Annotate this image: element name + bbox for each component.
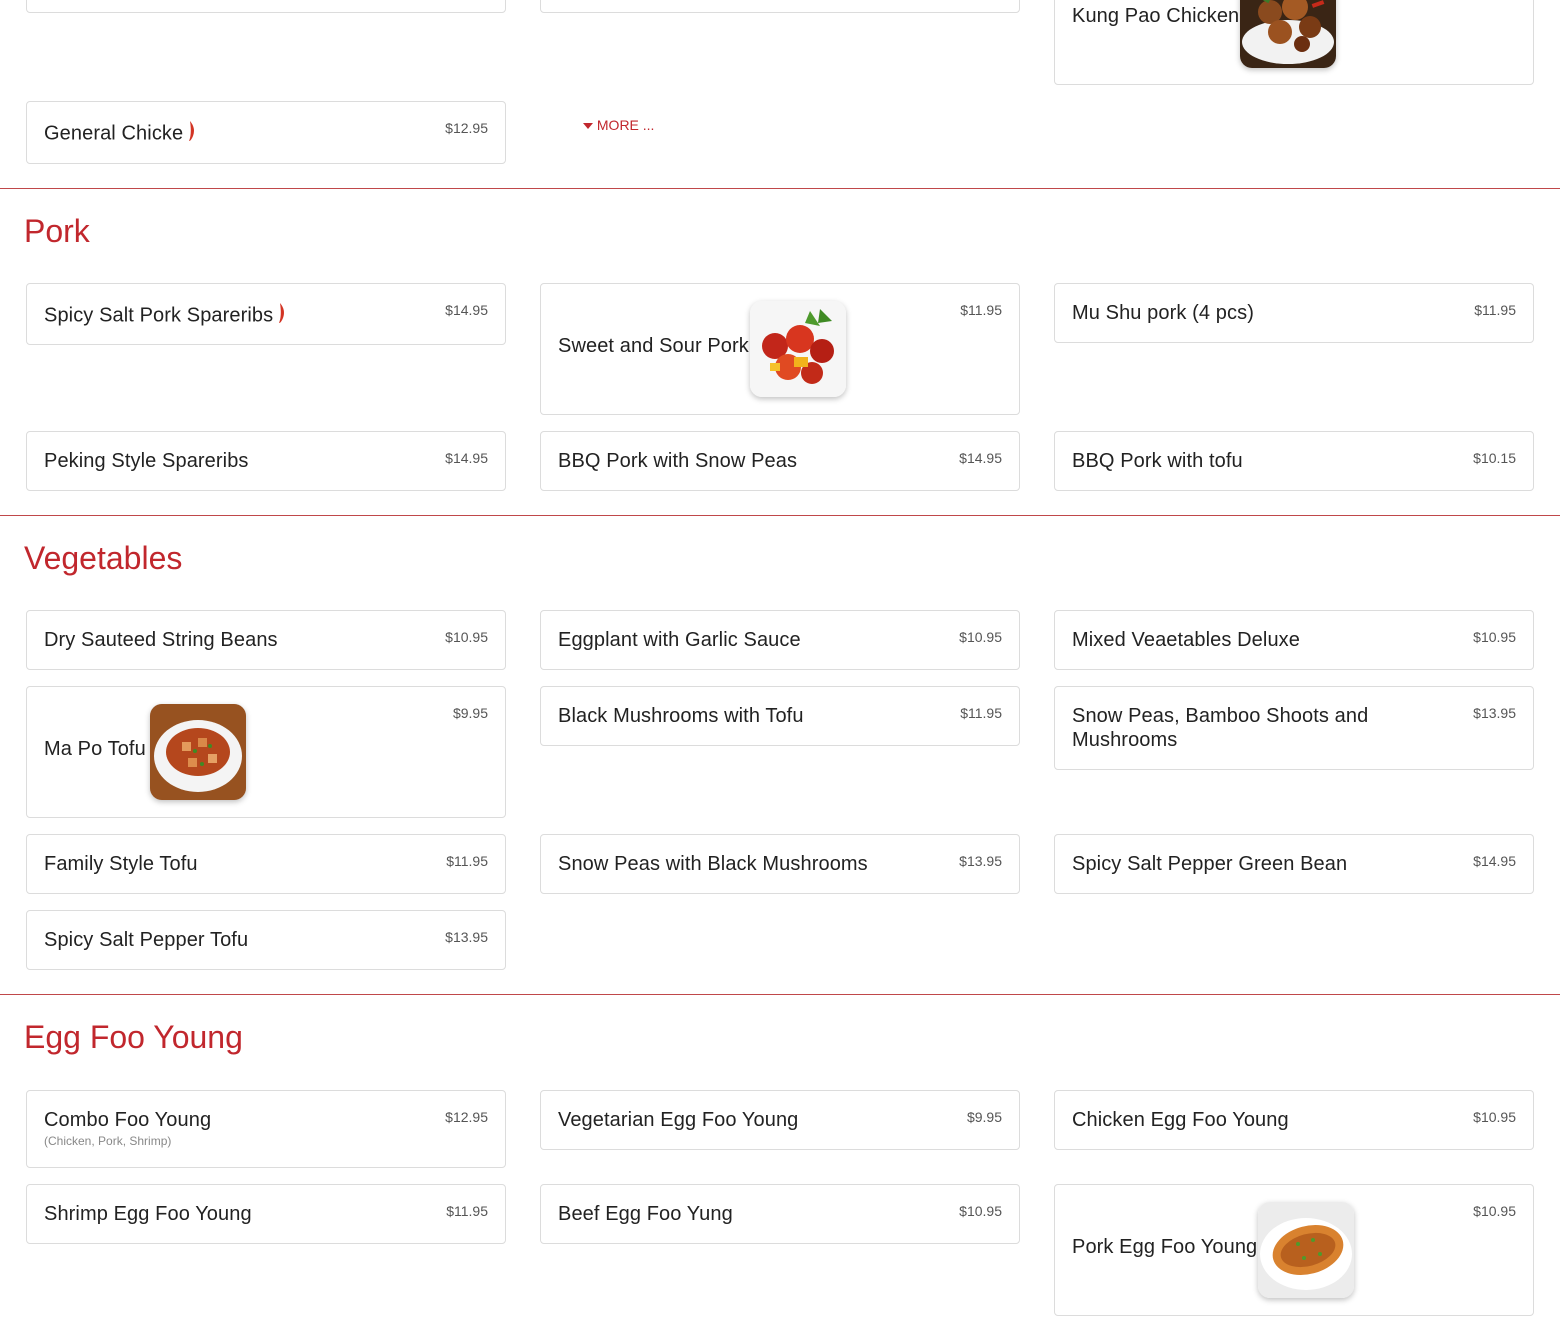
menu-item-name: Ma Po Tofu [44, 738, 146, 760]
menu-item-name: Family Style Tofu [44, 853, 198, 875]
menu-item-mu-shu-pork[interactable]: Mu Shu pork (4 pcs) $11.95 [1054, 283, 1534, 343]
section-title-vegetables: Vegetables [24, 540, 183, 576]
menu-item-price: $9.95 [452, 705, 488, 721]
menu-item-black-mushrooms-tofu[interactable]: Black Mushrooms with Tofu $11.95 [540, 686, 1020, 746]
menu-item-chicken-egg-foo-young[interactable]: Chicken Egg Foo Young $10.95 [1054, 1090, 1534, 1150]
section-title-egg-foo-young: Egg Foo Young [24, 1019, 243, 1055]
menu-item-price: $12.95 [445, 1109, 488, 1125]
menu-item-price: $10.95 [1473, 629, 1516, 645]
menu-item-snow-peas-black-mushrooms[interactable]: Snow Peas with Black Mushrooms $13.95 [540, 834, 1020, 894]
dish-image-ma-po-tofu [150, 704, 246, 800]
menu-item-price: $11.95 [1474, 302, 1516, 318]
menu-item-name-text: Spicy Salt Pork Spareribs [44, 304, 274, 327]
menu-item-price: $14.95 [445, 450, 488, 466]
menu-item-name: BBQ Pork with tofu [1072, 450, 1243, 472]
chili-pepper-icon [187, 120, 197, 148]
menu-item-spicy-salt-pork-spareribs[interactable]: Spicy Salt Pork Spareribs $14.95 [26, 283, 506, 345]
menu-item-name: Shrimp Egg Foo Young [44, 1203, 252, 1225]
menu-item-spicy-salt-pepper-tofu[interactable]: Spicy Salt Pepper Tofu $13.95 [26, 910, 506, 970]
menu-item-name: Spicy Salt Pork Spareribs [44, 302, 287, 330]
menu-item-price: $12.95 [445, 120, 488, 136]
menu-item-price: $13.95 [959, 853, 1002, 869]
menu-item-name: Dry Sauteed String Beans [44, 629, 278, 651]
section-title-pork: Pork [24, 213, 90, 249]
section-divider [0, 515, 1560, 516]
menu-item-card-partial-middle[interactable] [540, 0, 1020, 13]
menu-item-price: $10.95 [1473, 1203, 1516, 1219]
menu-item-name-text: General Chicke [44, 122, 184, 145]
menu-item-price: $14.95 [1473, 853, 1516, 869]
menu-item-name: Peking Style Spareribs [44, 450, 249, 472]
menu-item-name: Eggplant with Garlic Sauce [558, 629, 801, 651]
menu-item-snow-peas-bamboo-shoots[interactable]: Snow Peas, Bamboo Shoots and Mushrooms $… [1054, 686, 1534, 770]
menu-item-price: $10.95 [959, 629, 1002, 645]
menu-item-name: Kung Pao Chicken [1072, 5, 1240, 27]
menu-item-price: $13.95 [1473, 705, 1516, 721]
menu-item-name: Mixed Veaetables Deluxe [1072, 629, 1300, 651]
menu-item-pork-egg-foo-young[interactable]: Pork Egg Foo Young $10.95 [1054, 1184, 1534, 1316]
menu-item-name: Snow Peas, Bamboo Shoots and Mushrooms [1072, 705, 1369, 751]
menu-item-price: $11.95 [960, 302, 1002, 318]
menu-item-name: Black Mushrooms with Tofu [558, 705, 804, 727]
menu-item-price: $13.95 [445, 929, 488, 945]
menu-item-name: Spicy Salt Pepper Tofu [44, 929, 249, 951]
menu-item-beef-egg-foo-yung[interactable]: Beef Egg Foo Yung $10.95 [540, 1184, 1020, 1244]
menu-item-name: BBQ Pork with Snow Peas [558, 450, 798, 472]
more-toggle-link[interactable]: MORE ... [583, 117, 654, 133]
menu-item-price: $10.95 [1473, 1109, 1516, 1125]
menu-item-dry-sauteed-string-beans[interactable]: Dry Sauteed String Beans $10.95 [26, 610, 506, 670]
menu-item-bbq-pork-tofu[interactable]: BBQ Pork with tofu $10.15 [1054, 431, 1534, 491]
chili-pepper-icon [277, 302, 287, 330]
menu-item-price: $10.95 [959, 1203, 1002, 1219]
menu-item-family-style-tofu[interactable]: Family Style Tofu $11.95 [26, 834, 506, 894]
menu-item-name: Sweet and Sour Pork [558, 335, 749, 357]
caret-down-icon [583, 117, 593, 133]
dish-image-pork-egg-foo-young [1258, 1202, 1354, 1298]
menu-item-description: (Chicken, Pork, Shrimp) [44, 1134, 172, 1148]
menu-item-general-chicken[interactable]: General Chicke $12.95 [26, 101, 506, 164]
section-divider [0, 994, 1560, 995]
menu-item-name: General Chicke [44, 120, 197, 148]
menu-item-peking-style-spareribs[interactable]: Peking Style Spareribs $14.95 [26, 431, 506, 491]
menu-item-name: Combo Foo Young [44, 1109, 212, 1131]
menu-item-price: $11.95 [446, 853, 488, 869]
menu-item-bbq-pork-snow-peas[interactable]: BBQ Pork with Snow Peas $14.95 [540, 431, 1020, 491]
menu-item-price: $11.95 [446, 1203, 488, 1219]
menu-item-shrimp-egg-foo-young[interactable]: Shrimp Egg Foo Young $11.95 [26, 1184, 506, 1244]
dish-image-kung-pao [1240, 0, 1336, 68]
menu-item-name: Pork Egg Foo Young [1072, 1236, 1258, 1258]
menu-item-name: Chicken Egg Foo Young [1072, 1109, 1289, 1131]
menu-item-ma-po-tofu[interactable]: Ma Po Tofu $9.95 [26, 686, 506, 818]
menu-item-name: Beef Egg Foo Yung [558, 1203, 733, 1225]
menu-item-combo-foo-young[interactable]: Combo Foo Young (Chicken, Pork, Shrimp) … [26, 1090, 506, 1168]
menu-item-vegetarian-egg-foo-young[interactable]: Vegetarian Egg Foo Young $9.95 [540, 1090, 1020, 1150]
more-label: MORE ... [596, 117, 655, 133]
menu-item-kung-pao-chicken[interactable]: Kung Pao Chicken [1054, 0, 1534, 85]
menu-item-name: Mu Shu pork (4 pcs) [1072, 302, 1254, 324]
menu-item-name: Spicy Salt Pepper Green Bean [1072, 853, 1348, 875]
menu-item-name: Vegetarian Egg Foo Young [558, 1109, 799, 1131]
menu-item-sweet-and-sour-pork[interactable]: Sweet and Sour Pork $11.95 [540, 283, 1020, 415]
menu-item-card-partial-left[interactable] [26, 0, 506, 13]
section-divider [0, 188, 1560, 189]
menu-item-price: $14.95 [445, 302, 488, 318]
menu-item-price: $10.95 [445, 629, 488, 645]
menu-item-eggplant-garlic-sauce[interactable]: Eggplant with Garlic Sauce $10.95 [540, 610, 1020, 670]
menu-item-price: $10.15 [1473, 450, 1516, 466]
menu-item-price: $11.95 [960, 705, 1002, 721]
menu-item-name: Snow Peas with Black Mushrooms [558, 853, 868, 875]
menu-item-price: $9.95 [966, 1109, 1002, 1125]
menu-item-price: $14.95 [959, 450, 1002, 466]
menu-item-spicy-salt-pepper-green-bean[interactable]: Spicy Salt Pepper Green Bean $14.95 [1054, 834, 1534, 894]
menu-item-mixed-vegetables-deluxe[interactable]: Mixed Veaetables Deluxe $10.95 [1054, 610, 1534, 670]
dish-image-sweet-and-sour-pork [750, 301, 846, 397]
